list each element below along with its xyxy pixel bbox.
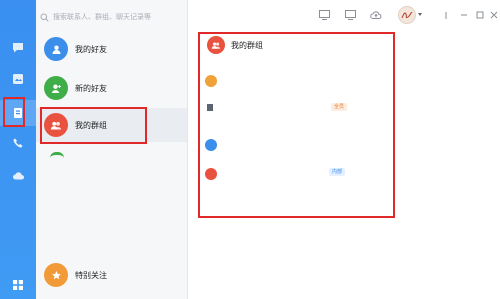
phone-icon [13, 138, 23, 148]
chat-icon [13, 42, 23, 52]
toolbar-edit-button[interactable] [318, 9, 330, 21]
cloud-upload-icon [370, 11, 382, 19]
nav-workspace-button[interactable] [0, 66, 36, 92]
menu-lines-icon [445, 11, 446, 19]
signature-avatar-icon [401, 12, 413, 19]
highlight-box-contacts-nav [3, 97, 25, 127]
monitor-icon [344, 10, 356, 20]
contact-item-my-friends[interactable]: 我的好友 [36, 32, 187, 66]
star-icon [44, 263, 68, 287]
nav-rail [0, 0, 36, 299]
search-input[interactable]: 搜索联系人、群组、聊天记录等 [53, 12, 151, 22]
avatar[interactable] [398, 6, 416, 24]
minimize-icon [461, 14, 467, 16]
window-maximize-button[interactable] [474, 9, 486, 21]
chevron-down-icon[interactable] [418, 13, 422, 16]
nav-chat-button[interactable] [0, 34, 36, 60]
contact-item-label: 我的好友 [75, 44, 107, 54]
search-icon [40, 13, 49, 22]
partial-avatar [50, 152, 64, 158]
window-menu-button[interactable] [442, 9, 454, 21]
nav-apps-button[interactable] [0, 272, 36, 298]
toolbar-cloud-button[interactable] [370, 9, 382, 21]
grid-apps-icon [13, 280, 23, 290]
close-icon [490, 11, 498, 19]
edit-window-icon [318, 10, 330, 20]
add-person-icon [44, 76, 68, 100]
nav-cloud-button[interactable] [0, 162, 36, 188]
window-minimize-button[interactable] [458, 9, 470, 21]
highlight-box-group-panel [198, 32, 395, 218]
contact-item-label: 新的好友 [75, 83, 107, 93]
highlight-box-my-groups [40, 107, 147, 144]
cloud-icon [12, 171, 24, 179]
window-close-button[interactable] [488, 9, 500, 21]
toolbar-screen-button[interactable] [344, 9, 356, 21]
nav-call-button[interactable] [0, 130, 36, 156]
search-bar[interactable]: 搜索联系人、群组、聊天记录等 [40, 6, 188, 28]
contact-item-label: 特别关注 [75, 270, 107, 280]
contact-item-new-friends[interactable]: 新的好友 [36, 71, 187, 105]
app-window: 搜索联系人、群组、聊天记录等 我的好友 新的好友 我的群组 特别关注 我的群组 … [0, 0, 500, 299]
image-card-icon [13, 74, 23, 84]
contact-item-special-follow[interactable]: 特别关注 [36, 258, 187, 292]
maximize-icon [476, 11, 484, 19]
contacts-column: 搜索联系人、群组、聊天记录等 我的好友 新的好友 我的群组 特别关注 [36, 0, 188, 299]
person-icon [44, 37, 68, 61]
